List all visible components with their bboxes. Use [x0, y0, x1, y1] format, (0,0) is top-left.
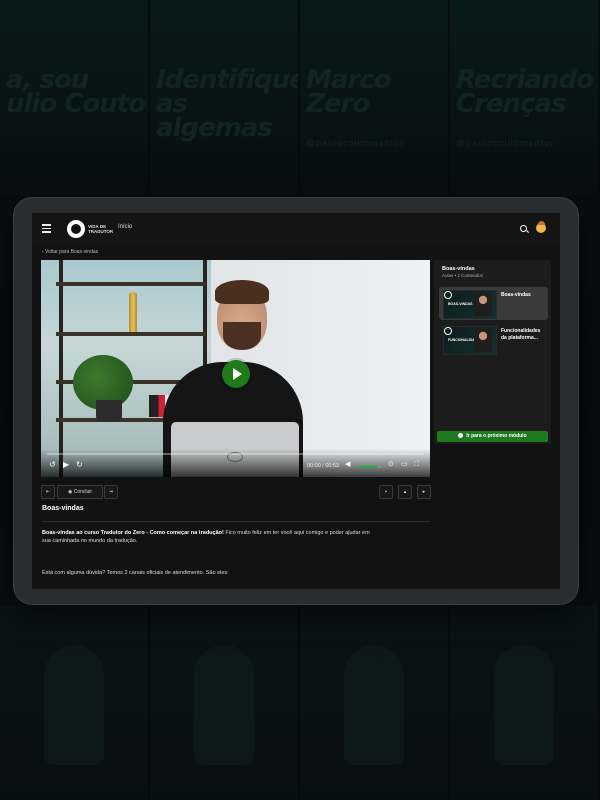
pot: [96, 400, 122, 422]
hamburger-menu-icon[interactable]: [42, 224, 51, 233]
lesson-action-bar: ⇤ ◉ Concluir ⇥ ▪ ▴ ▸: [41, 485, 431, 499]
time-display: 00:00 / 00:53: [307, 463, 340, 469]
logo[interactable]: VIDA DE TRADUTOR: [67, 218, 123, 240]
lesson-item-funcionalidades[interactable]: FUNCIONALIDADES Funcionalidades da plata…: [439, 323, 548, 356]
module-sidebar: Boas-vindas Aulas • 2 Conteúdos BOAS-VIN…: [434, 260, 551, 444]
thumb-person: [474, 293, 492, 316]
search-icon[interactable]: [520, 225, 527, 232]
presenter-hair: [215, 280, 269, 304]
share-icon[interactable]: ▸: [417, 485, 431, 499]
forward-icon[interactable]: ↻: [76, 461, 83, 469]
logo-text: VIDA DE TRADUTOR: [88, 224, 114, 234]
video-progress-bar[interactable]: [47, 453, 424, 455]
volume-icon[interactable]: ◀: [345, 461, 350, 469]
app-screen: VIDA DE TRADUTOR Início ‹ Voltar para Boa…: [32, 213, 560, 589]
shelf: [56, 332, 206, 336]
breadcrumb[interactable]: ‹ Voltar para Boas-vindas: [42, 249, 98, 255]
comment-icon[interactable]: ▪: [379, 485, 393, 499]
lesson-label: Funcionalidades da plataforma...: [501, 328, 541, 341]
support-text: Está com alguma dúvida? Temos 2 canais o…: [42, 570, 229, 576]
lesson-description: Boas-vindas ao curso Tradutor do Zero - …: [42, 530, 370, 544]
shelf: [56, 282, 206, 286]
next-lesson-button[interactable]: ⇥: [104, 485, 118, 499]
next-module-button[interactable]: Ir para o próximo módulo: [437, 431, 548, 442]
cast-icon[interactable]: ▭: [401, 461, 408, 469]
shelf-post: [59, 260, 63, 477]
thumb-person: [474, 329, 492, 352]
video-controls: ↺ ▶ ↻ 00:00 / 00:53 ◀ ⊙ ▭ ⛶: [41, 449, 430, 477]
play-small-icon[interactable]: ▶: [63, 461, 69, 469]
arrow-right-icon: [458, 433, 464, 439]
logo-mark: [67, 220, 85, 238]
lesson-thumbnail: BOAS-VINDAS: [443, 290, 497, 319]
divider: [42, 521, 430, 522]
volume-slider[interactable]: [359, 466, 381, 468]
video-player[interactable]: ↺ ▶ ↻ 00:00 / 00:53 ◀ ⊙ ▭ ⛶: [41, 260, 430, 477]
fullscreen-icon[interactable]: ⛶: [414, 461, 419, 469]
volume-fill: [359, 466, 377, 468]
module-title: Boas-vindas: [442, 266, 475, 272]
thumb-text: BOAS-VINDAS: [448, 302, 473, 306]
lesson-thumbnail: FUNCIONALIDADES: [443, 326, 497, 355]
complete-button[interactable]: ◉ Concluir: [57, 485, 103, 499]
previous-lesson-button[interactable]: ⇤: [41, 485, 55, 499]
top-bar: VIDA DE TRADUTOR Início: [32, 213, 560, 245]
lesson-item-boas-vindas[interactable]: BOAS-VINDAS Boas-vindas: [439, 287, 548, 320]
trophy: [129, 292, 137, 332]
settings-icon[interactable]: ⊙: [388, 461, 394, 469]
presenter-beard: [223, 322, 261, 350]
lesson-title: Boas-vindas: [42, 505, 84, 512]
module-subtitle: Aulas • 2 Conteúdos: [442, 273, 483, 278]
check-icon: [444, 327, 452, 335]
avatar[interactable]: [536, 221, 546, 233]
tablet-frame: VIDA DE TRADUTOR Início ‹ Voltar para Boa…: [14, 198, 578, 604]
check-icon: [444, 291, 452, 299]
like-icon[interactable]: ▴: [398, 485, 412, 499]
lesson-label: Boas-vindas: [501, 292, 531, 298]
play-button[interactable]: [222, 360, 250, 388]
rewind-icon[interactable]: ↺: [49, 461, 56, 469]
nav-home-link[interactable]: Início: [118, 224, 132, 230]
